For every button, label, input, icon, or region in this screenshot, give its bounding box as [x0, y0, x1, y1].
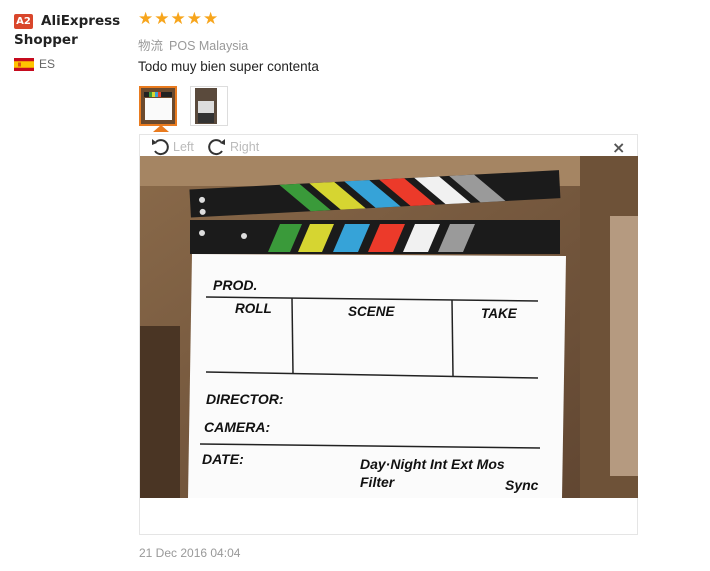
- board-prod-label: PROD.: [213, 277, 258, 293]
- rotate-right-label: Right: [230, 140, 260, 154]
- rotate-right-icon: [208, 139, 225, 156]
- star-icon: ★: [170, 9, 186, 29]
- thumbnail-1[interactable]: [139, 86, 177, 126]
- review-date: 21 Dec 2016 04:04: [139, 546, 241, 560]
- star-icon: ★: [203, 9, 219, 29]
- rotate-right-button[interactable]: Right: [206, 138, 259, 156]
- logistics-label: 物流: [138, 38, 164, 53]
- review-text: Todo muy bien super contenta: [138, 59, 319, 74]
- board-camera-label: CAMERA:: [204, 419, 271, 435]
- star-icon: ★: [186, 9, 202, 29]
- buyer-level-badge: A2: [14, 14, 33, 29]
- board-roll-label: ROLL: [235, 301, 272, 316]
- star-icon: ★: [154, 9, 170, 29]
- close-icon[interactable]: ×: [612, 139, 625, 157]
- board-options-line1: Day·Night Int Ext Mos: [360, 456, 505, 472]
- board-director-label: DIRECTOR:: [206, 391, 284, 407]
- board-take-label: TAKE: [481, 306, 517, 321]
- board-scene-label: SCENE: [348, 304, 395, 319]
- star-icon: ★: [138, 9, 154, 29]
- board-sync-label: Sync: [505, 477, 539, 493]
- logistics-value: POS Malaysia: [169, 39, 249, 53]
- star-rating: ★ ★ ★ ★ ★: [138, 9, 218, 29]
- rotate-left-icon: [152, 139, 169, 156]
- thumbnail-2[interactable]: [190, 86, 228, 126]
- rotate-left-label: Left: [173, 140, 194, 154]
- country-code: ES: [39, 57, 56, 71]
- board-filter-label: Filter: [360, 474, 395, 490]
- board-date-label: DATE:: [202, 451, 244, 467]
- logistics-info: 物流 POS Malaysia: [138, 35, 248, 54]
- spain-flag-icon: [14, 58, 34, 71]
- review-photo: PROD. ROLL SCENE TAKE DIRECTOR: CAMERA: …: [140, 156, 638, 498]
- rotate-left-button[interactable]: Left: [151, 138, 194, 156]
- selected-thumbnail-caret: [153, 125, 169, 132]
